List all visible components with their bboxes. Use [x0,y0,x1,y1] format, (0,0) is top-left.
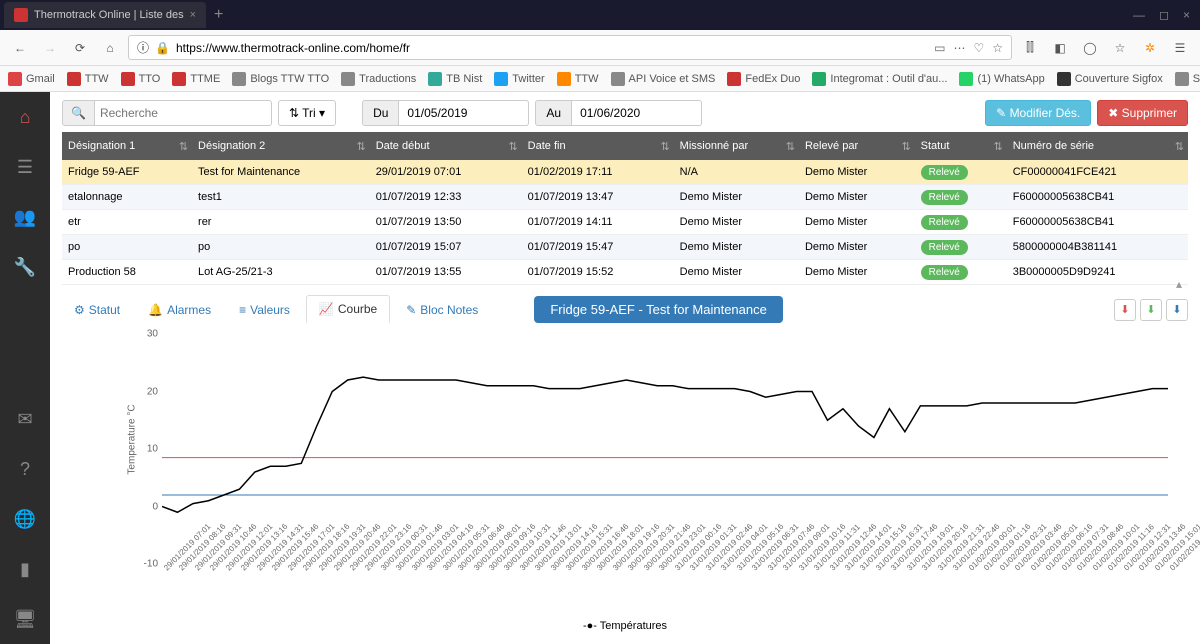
tab-title: Thermotrack Online | Liste des [34,9,184,21]
bookmark-item[interactable]: Couverture Sigfox [1057,72,1163,86]
close-window-icon[interactable]: × [1183,8,1190,22]
sidebar-language[interactable]: 🌐 [0,494,50,544]
search-icon: 🔍 [62,100,95,126]
bookmark-item[interactable]: Twitter [494,72,544,86]
tab-valeurs[interactable]: ≡ Valeurs [227,297,302,323]
sidebar-icon[interactable]: ◧ [1048,36,1072,60]
library-icon[interactable]: ⫿⫿ [1018,36,1042,60]
bookmark-item[interactable]: TTW [557,72,599,86]
bookmark-item[interactable]: Traductions [341,72,416,86]
sidebar-help[interactable]: ? [0,444,50,494]
selection-info: Fridge 59-AEF - Test for Maintenance [534,296,783,323]
bookmark-item[interactable]: TTW [67,72,109,86]
edit-button[interactable]: ✎ Modifier Dés. [985,100,1091,126]
url-bar[interactable]: ⓘ 🔒 ▭ ⋯ ♡ ☆ [128,35,1012,60]
bookmark-item[interactable]: TB Nist [428,72,482,86]
chart: Temperature °C -100102030 29/01/2019 07:… [62,334,1188,624]
bookmark-item[interactable]: TTME [172,72,220,86]
temperature-line [162,377,1168,512]
tab-favicon [14,8,28,22]
delete-button[interactable]: ✖ Supprimer [1097,100,1188,126]
data-table: Désignation 1⇅Désignation 2⇅Date début⇅D… [62,132,1188,285]
bookmark-item[interactable]: Silicon [1175,72,1200,86]
browser-nav-bar: ← → ⟳ ⌂ ⓘ 🔒 ▭ ⋯ ♡ ☆ ⫿⫿ ◧ ◯ ☆ ✲ ☰ [0,30,1200,66]
search-input[interactable] [95,100,272,126]
sort-button[interactable]: ⇅ Tri ▾ [278,100,336,126]
bookmark-star-icon[interactable]: ☆ [1108,36,1132,60]
reader-icon[interactable]: ▭ [934,41,945,55]
table-header[interactable]: Missionné par⇅ [674,132,799,160]
browser-tab-strip: Thermotrack Online | Liste des × + — ◻ × [0,0,1200,30]
table-row[interactable]: etrrer01/07/2019 13:5001/07/2019 14:11De… [62,210,1188,235]
info-icon[interactable]: ⓘ [137,39,149,56]
date-from-input[interactable] [399,100,529,126]
maximize-icon[interactable]: ◻ [1159,8,1169,22]
table-row[interactable]: Production 58Lot AG-25/21-301/07/2019 13… [62,260,1188,285]
bookmark-item[interactable]: Gmail [8,72,55,86]
account-icon[interactable]: ◯ [1078,36,1102,60]
detail-tabs: ⚙ Statut 🔔 Alarmes ≡ Valeurs 📈 Courbe ✎ … [62,295,1188,324]
main-content: 🔍 ⇅ Tri ▾ Du Au ✎ Modifier Dés. ✖ Suppri… [50,92,1200,644]
table-header[interactable]: Désignation 1⇅ [62,132,192,160]
table-row[interactable]: etalonnagetest101/07/2019 12:3301/07/201… [62,185,1188,210]
menu-icon[interactable]: ☰ [1168,36,1192,60]
shield-icon[interactable]: ♡ [973,41,984,55]
lock-icon: 🔒 [155,41,170,55]
bookmark-item[interactable]: API Voice et SMS [611,72,716,86]
window-controls: — ◻ × [1133,8,1200,22]
sidebar-list[interactable]: ☰ [0,142,50,192]
bookmark-item[interactable]: Integromat : Outil d'au... [812,72,947,86]
bookmark-item[interactable]: (1) WhatsApp [959,72,1044,86]
chart-legend: -●- Températures [583,620,667,632]
extension-icon[interactable]: ✲ [1138,36,1162,60]
bookmark-item[interactable]: FedEx Duo [727,72,800,86]
export-excel-icon[interactable]: ⬇ [1140,299,1162,321]
date-to-input[interactable] [572,100,702,126]
tab-blocnotes[interactable]: ✎ Bloc Notes [394,297,490,323]
sidebar-settings[interactable]: 🔧 [0,242,50,292]
sidebar-home[interactable]: ⌂ [0,92,50,142]
sidebar-mail[interactable]: ✉ [0,394,50,444]
browser-tab[interactable]: Thermotrack Online | Liste des × [4,2,206,28]
bookmark-item[interactable]: TTO [121,72,161,86]
sidebar-users[interactable]: 👥 [0,192,50,242]
more-icon[interactable]: ⋯ [953,41,965,55]
tab-alarmes[interactable]: 🔔 Alarmes [136,297,223,323]
toolbar: 🔍 ⇅ Tri ▾ Du Au ✎ Modifier Dés. ✖ Suppri… [62,100,1188,126]
export-image-icon[interactable]: ⬇ [1166,299,1188,321]
forward-button[interactable]: → [38,36,62,60]
tab-statut[interactable]: ⚙ Statut [62,297,132,323]
star-icon[interactable]: ☆ [992,41,1003,55]
scroll-up-icon[interactable]: ▴ [1176,277,1188,292]
table-header[interactable]: Désignation 2⇅ [192,132,370,160]
date-from-label: Du [362,100,399,126]
table-header[interactable]: Numéro de série⇅ [1007,132,1188,160]
app-sidebar: ⌂ ☰ 👥 🔧 ✉ ? 🌐 ▮ 🖥 [0,92,50,644]
tab-courbe[interactable]: 📈 Courbe [306,295,390,324]
home-button[interactable]: ⌂ [98,36,122,60]
reload-button[interactable]: ⟳ [68,36,92,60]
new-tab-button[interactable]: + [214,6,223,24]
table-row[interactable]: popo01/07/2019 15:0701/07/2019 15:47Demo… [62,235,1188,260]
sidebar-desktop[interactable]: 🖥 [0,594,50,644]
url-input[interactable] [176,41,928,55]
close-tab-icon[interactable]: × [190,9,196,21]
sidebar-mobile[interactable]: ▮ [0,544,50,594]
table-header[interactable]: Relevé par⇅ [799,132,915,160]
export-pdf-icon[interactable]: ⬇ [1114,299,1136,321]
bookmark-item[interactable]: Blogs TTW TTO [232,72,329,86]
table-header[interactable]: Date début⇅ [370,132,522,160]
table-header[interactable]: Date fin⇅ [522,132,674,160]
bookmarks-bar: Gmail TTW TTO TTME Blogs TTW TTO Traductions T… [0,66,1200,92]
minimize-icon[interactable]: — [1133,8,1145,22]
table-header[interactable]: Statut⇅ [915,132,1007,160]
table-row[interactable]: Fridge 59-AEFTest for Maintenance29/01/2… [62,160,1188,185]
date-to-label: Au [535,100,572,126]
back-button[interactable]: ← [8,36,32,60]
